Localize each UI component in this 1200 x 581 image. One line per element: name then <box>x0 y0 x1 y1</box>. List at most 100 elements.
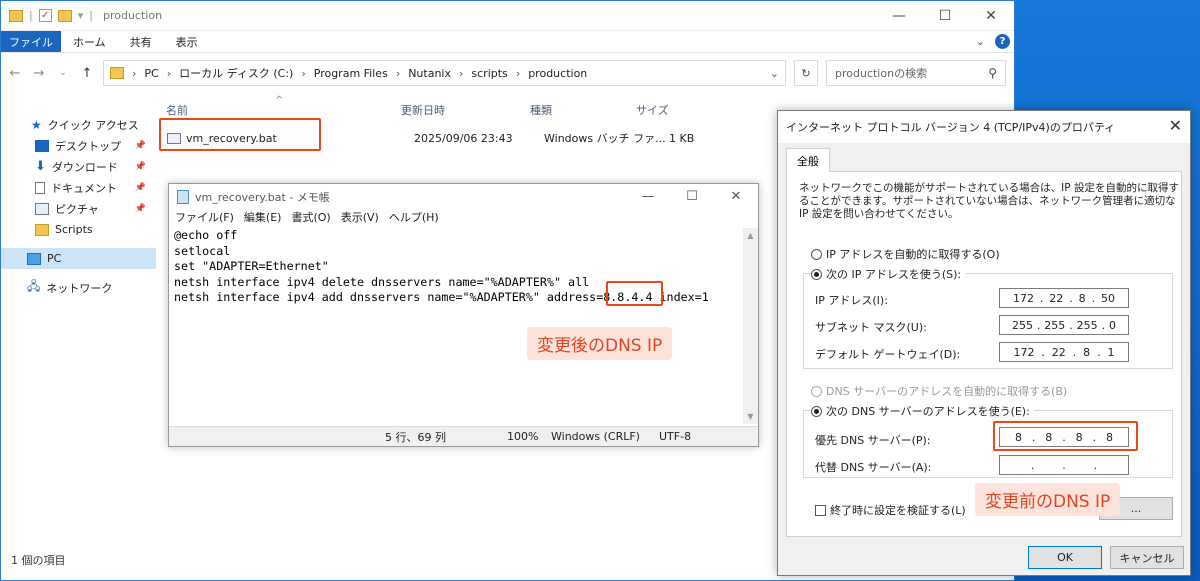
menu-view[interactable]: 表示(V) <box>341 209 379 227</box>
file-size: 1 KB <box>669 131 695 145</box>
expand-ribbon-icon[interactable]: ⌄ <box>976 35 985 48</box>
pin-icon: 📌 <box>134 182 146 193</box>
recent-locations-icon[interactable]: ⌄ <box>55 68 71 78</box>
preferred-dns-label: 優先 DNS サーバー(P): <box>815 434 931 447</box>
ip-address-label: IP アドレス(I): <box>815 294 888 307</box>
status-zoom: 100% <box>507 430 539 443</box>
chevron-down-icon[interactable]: ▾ <box>78 9 84 22</box>
download-icon: ⬇ <box>35 159 46 174</box>
up-icon[interactable]: ↑ <box>79 66 95 81</box>
tab-general[interactable]: 全般 <box>786 148 830 172</box>
gateway-input[interactable]: 172. 22. 8. 1 <box>999 342 1129 362</box>
nav-scripts[interactable]: Scripts <box>1 219 156 240</box>
notepad-icon <box>177 189 189 204</box>
nav-quick-access[interactable]: ★ クイック アクセス <box>1 114 156 135</box>
alternate-dns-label: 代替 DNS サーバー(A): <box>815 461 932 474</box>
nav-downloads[interactable]: ⬇ ダウンロード 📌 <box>1 156 156 177</box>
close-button[interactable]: ✕ <box>968 1 1014 31</box>
picture-icon <box>35 202 49 215</box>
address-row: ← → ⌄ ↑ › PC › ローカル ディスク (C:) › Program … <box>1 53 1014 93</box>
maximize-button[interactable]: ☐ <box>922 1 968 31</box>
menu-help[interactable]: ヘルプ(H) <box>389 209 439 227</box>
vertical-scrollbar[interactable]: ▲ ▼ <box>743 228 758 424</box>
dns-ip-highlight-box <box>606 281 663 306</box>
scroll-up-icon[interactable]: ▲ <box>743 228 758 243</box>
notepad-text-area[interactable]: @echo off setlocal set "ADAPTER=Ethernet… <box>171 228 745 424</box>
ok-button[interactable]: OK <box>1028 546 1102 569</box>
maximize-button[interactable]: ☐ <box>670 184 714 209</box>
network-icon: 🖧 <box>27 279 41 293</box>
nav-documents[interactable]: ドキュメント 📌 <box>1 177 156 198</box>
ip-address-input[interactable]: 172. 22. 8. 50 <box>999 288 1129 308</box>
chevron-down-icon[interactable]: ⌄ <box>770 67 779 80</box>
pin-icon: 📌 <box>134 203 146 214</box>
computer-icon <box>27 252 41 265</box>
validate-on-exit-checkbox[interactable]: 終了時に設定を検証する(L) <box>815 502 966 518</box>
nav-network[interactable]: 🖧 ネットワーク <box>1 277 156 298</box>
file-modified: 2025/09/06 23:43 <box>414 131 513 145</box>
minimize-button[interactable]: — <box>626 184 670 209</box>
subnet-mask-input[interactable]: 255. 255. 255. 0 <box>999 315 1129 335</box>
notepad-status-bar: 5 行、69 列 100% Windows (CRLF) UTF-8 <box>169 426 758 446</box>
breadcrumb-scripts[interactable]: scripts <box>471 67 507 80</box>
radio-auto-ip[interactable]: IP アドレスを自動的に取得する(O) <box>811 246 1000 262</box>
cancel-button[interactable]: キャンセル <box>1110 546 1184 569</box>
address-bar[interactable]: › PC › ローカル ディスク (C:) › Program Files › … <box>103 60 786 86</box>
file-highlight-box <box>159 118 321 151</box>
navigation-pane: ★ クイック アクセス デスクトップ 📌 ⬇ ダウンロード 📌 ドキュメント 📌 ピクチャ… <box>1 94 156 544</box>
document-icon <box>35 181 45 194</box>
radio-manual-ip[interactable]: 次の IP アドレスを使う(S): <box>811 266 966 282</box>
tab-view[interactable]: 表示 <box>164 31 210 52</box>
forward-icon[interactable]: → <box>31 66 47 81</box>
breadcrumb-program-files[interactable]: Program Files <box>314 67 388 80</box>
tab-share[interactable]: 共有 <box>118 31 164 52</box>
menu-format[interactable]: 書式(O) <box>291 209 330 227</box>
radio-auto-dns[interactable]: DNS サーバーのアドレスを自動的に取得する(B) <box>811 383 1067 399</box>
nav-pc[interactable]: PC <box>1 248 156 269</box>
radio-selected-icon <box>811 268 822 280</box>
nav-desktop[interactable]: デスクトップ 📌 <box>1 135 156 156</box>
notepad-title: vm_recovery.bat - メモ帳 <box>195 190 330 204</box>
new-folder-icon[interactable] <box>57 9 72 22</box>
desktop-icon <box>35 139 49 152</box>
ribbon-tabs: ファイル ホーム 共有 表示 ⌄ ? <box>1 31 1014 53</box>
star-icon: ★ <box>31 117 42 132</box>
explorer-title-bar: | ✓ ▾ | production <box>1 1 1014 31</box>
radio-icon <box>811 385 822 397</box>
scroll-down-icon[interactable]: ▼ <box>743 409 758 424</box>
status-line-ending: Windows (CRLF) <box>551 430 640 443</box>
breadcrumb-local-disk[interactable]: ローカル ディスク (C:) <box>179 65 293 81</box>
back-icon[interactable]: ← <box>7 66 23 81</box>
search-icon: ⚲ <box>988 66 997 80</box>
file-type: Windows バッチ ファ... <box>544 132 666 145</box>
properties-icon[interactable]: ✓ <box>38 9 52 22</box>
column-type[interactable]: 種類 <box>530 102 636 122</box>
column-size[interactable]: サイズ <box>636 102 736 122</box>
pin-icon: 📌 <box>134 140 146 151</box>
menu-edit[interactable]: 編集(E) <box>244 209 282 227</box>
radio-selected-icon <box>811 405 822 417</box>
radio-icon <box>811 248 822 260</box>
close-button[interactable]: ✕ <box>714 184 758 209</box>
preferred-dns-highlight-box <box>993 421 1138 451</box>
breadcrumb-nutanix[interactable]: Nutanix <box>408 67 451 80</box>
radio-manual-dns[interactable]: 次の DNS サーバーのアドレスを使う(E): <box>811 403 1034 419</box>
help-icon[interactable]: ? <box>995 34 1010 49</box>
breadcrumb-production[interactable]: production <box>528 67 587 80</box>
search-input[interactable]: productionの検索 ⚲ <box>826 60 1006 86</box>
tab-home[interactable]: ホーム <box>61 31 118 52</box>
tab-file[interactable]: ファイル <box>1 31 61 52</box>
close-icon[interactable]: ✕ <box>1169 116 1182 135</box>
dialog-title: インターネット プロトコル バージョン 4 (TCP/IPv4)のプロパティ <box>778 111 1190 143</box>
alternate-dns-input[interactable]: . . . <box>999 455 1129 475</box>
minimize-button[interactable]: — <box>876 1 922 31</box>
gateway-label: デフォルト ゲートウェイ(D): <box>815 348 961 361</box>
status-position: 5 行、69 列 <box>385 430 446 444</box>
column-modified[interactable]: 更新日時 <box>401 102 530 122</box>
breadcrumb-pc[interactable]: PC <box>144 67 158 80</box>
folder-icon <box>9 9 23 22</box>
nav-pictures[interactable]: ピクチャ 📌 <box>1 198 156 219</box>
menu-file[interactable]: ファイル(F) <box>175 209 234 227</box>
refresh-icon[interactable]: ↻ <box>794 60 818 86</box>
folder-icon <box>110 67 124 79</box>
